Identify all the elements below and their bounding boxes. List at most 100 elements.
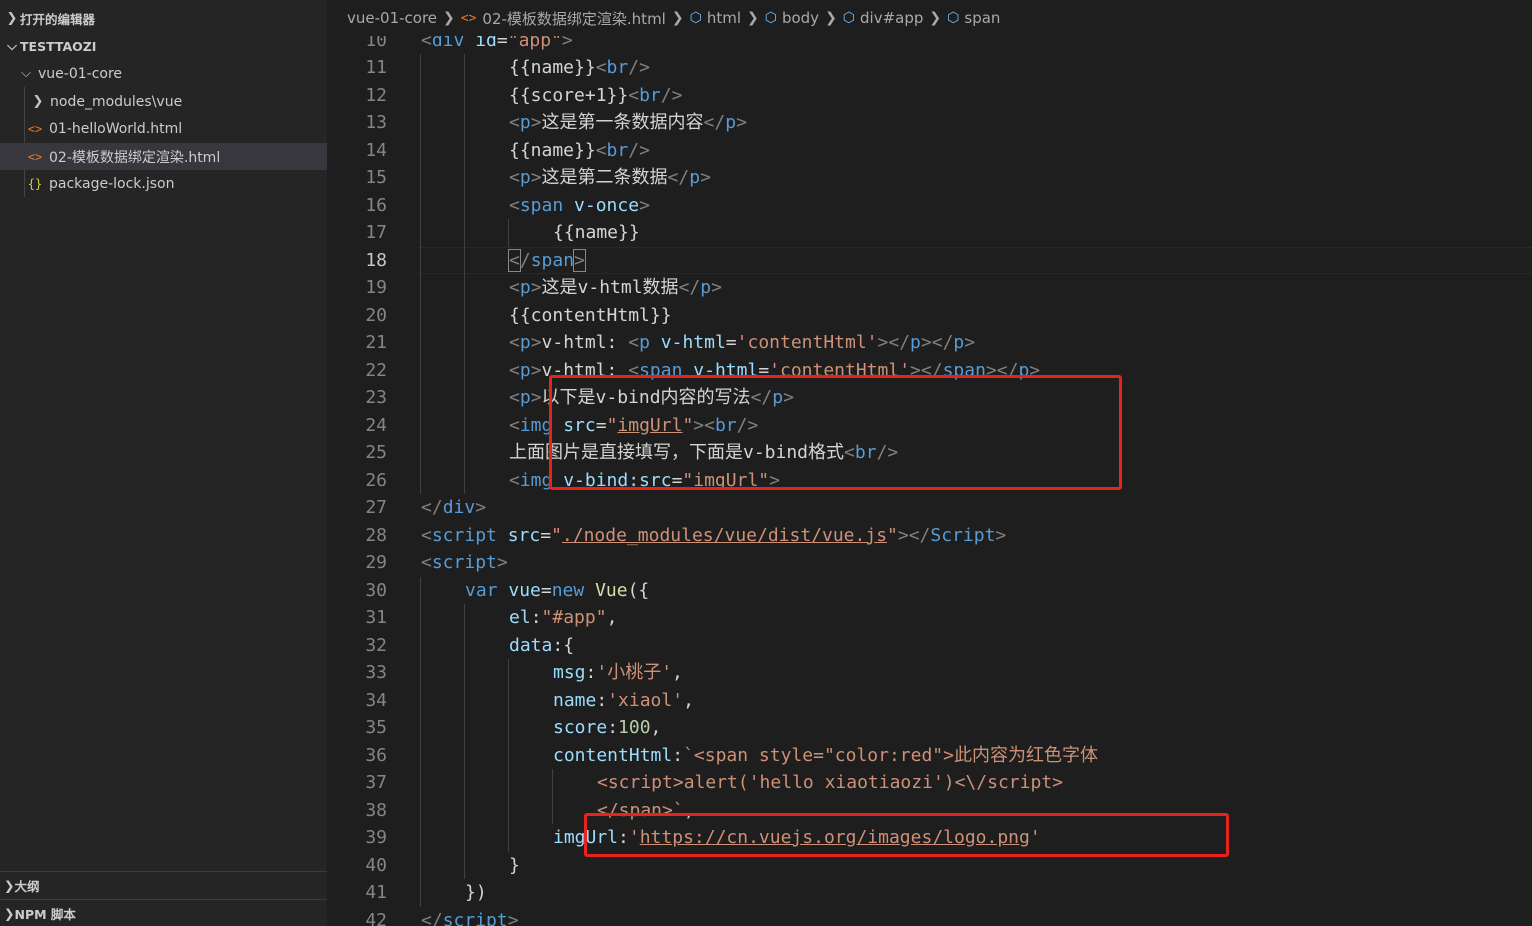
code-line[interactable]: <p>这是v-html数据</p> [509, 274, 722, 302]
code-token: > [964, 332, 976, 353]
code-line[interactable]: <p>这是第二条数据</p> [509, 164, 711, 192]
code-line[interactable]: <p>v-html: <p v-html='contentHtml'></p><… [509, 329, 975, 357]
code-line[interactable]: </span> [508, 247, 586, 275]
code-line[interactable]: {{score+1}}<br/> [509, 82, 682, 110]
code-line[interactable]: {{name}}<br/> [509, 137, 650, 165]
project-label: TESTTAOZI [20, 39, 97, 54]
indent-guide [508, 659, 509, 852]
breadcrumb-item-body[interactable]: body [782, 9, 819, 27]
breadcrumb: vue-01-core ❯ <> 02-模板数据绑定渲染.html ❯ ⬡ ht… [327, 0, 1532, 36]
code-line[interactable]: } [509, 852, 520, 880]
code-line[interactable]: </script> [421, 907, 519, 926]
code-token: v-once [574, 194, 640, 216]
line-number: 29 [365, 552, 387, 573]
code-token: > [700, 167, 711, 188]
code-token: {{name}} [509, 139, 596, 161]
code-token: name [553, 689, 597, 711]
code-token: el [509, 607, 531, 628]
outline-section[interactable]: ❯ 大纲 [0, 871, 327, 899]
code-line[interactable]: contentHtml:`<span style="color:red">此内容… [553, 742, 1098, 770]
code-token: < [595, 57, 607, 78]
line-number: 41 [365, 882, 387, 903]
line-number: 22 [365, 359, 387, 381]
line-number: 32 [365, 634, 387, 656]
chevron-down-icon: ⌵ [7, 39, 17, 54]
code-line[interactable]: </div> [421, 494, 486, 522]
code-token: = [540, 524, 552, 546]
code-token: } [509, 854, 520, 876]
code-line[interactable]: data:{ [509, 632, 574, 660]
folder-label: vue-01-core [38, 65, 123, 82]
breadcrumb-item-folder[interactable]: vue-01-core [347, 9, 437, 27]
code-line[interactable]: el:"#app", [509, 604, 617, 632]
code-line[interactable]: {{contentHtml}} [509, 302, 672, 330]
code-token: p [519, 332, 531, 353]
line-number: 13 [365, 112, 387, 133]
line-number: 23 [365, 387, 387, 408]
line-number: 27 [365, 497, 387, 518]
code-token: p [689, 167, 701, 188]
code-token: , [650, 717, 662, 738]
line-number: 14 [365, 139, 387, 161]
tree-item-node-modules[interactable]: ❯ node_modules\vue [0, 88, 327, 115]
code-token: {{name}} [509, 57, 596, 78]
tree-item-hello-world[interactable]: <> 01-helloWorld.html [0, 115, 327, 142]
html-file-icon: <> [27, 121, 43, 136]
npm-scripts-section[interactable]: ❯ NPM 脚本 [0, 899, 327, 926]
breadcrumb-item-span[interactable]: span [964, 9, 1000, 27]
code-token: script [431, 524, 497, 546]
code-token: <script>alert('hello xiaotiaozi')<\/scri… [597, 772, 1063, 793]
code-token: </ [421, 497, 443, 518]
folder-vue-01-core[interactable]: ⌵ vue-01-core [0, 60, 327, 87]
code-token: p [519, 167, 531, 188]
code-line[interactable]: <script> [421, 549, 508, 577]
code-line[interactable]: score:100, [553, 714, 661, 742]
code-token: < [421, 524, 432, 546]
code-line[interactable]: }) [465, 879, 487, 907]
tree-item-package-lock[interactable]: {} package-lock.json [0, 170, 327, 197]
code-editor[interactable]: 10 <div id="app"> 11 {{name}}<br/> 12 {{score… [327, 36, 1532, 926]
line-number: 12 [365, 84, 387, 106]
breadcrumb-item-file[interactable]: 02-模板数据绑定渲染.html [482, 8, 665, 29]
code-token: < [508, 248, 521, 272]
code-token: script [442, 909, 508, 926]
code-line[interactable]: {{name}} [553, 219, 640, 247]
code-token: = [540, 579, 552, 601]
line-number: 26 [365, 469, 387, 491]
project-root[interactable]: ⌵ TESTTAOZI [0, 33, 327, 60]
open-editors-section[interactable]: ❯ 打开的编辑器 [0, 5, 327, 32]
code-token: > [561, 36, 573, 51]
code-token: p [725, 112, 737, 133]
breadcrumb-item-html[interactable]: html [707, 9, 741, 27]
code-line[interactable]: var vue=new Vue({ [465, 577, 649, 605]
code-line[interactable]: <span v-once> [509, 192, 650, 220]
code-token: > [496, 552, 508, 573]
code-line[interactable]: name:'xiaol', [553, 687, 694, 715]
code-token: `<span style="color:red">此内容为红色字体 [683, 744, 1098, 766]
code-token: ></ [920, 332, 954, 353]
code-token: p [910, 332, 921, 353]
element-cube-icon: ⬡ [947, 10, 960, 26]
code-token: v-html: [541, 332, 629, 353]
code-line[interactable]: <script>alert('hello xiaotiaozi')<\/scri… [597, 769, 1063, 797]
code-line[interactable]: <script src="./node_modules/vue/dist/vue… [421, 522, 1006, 550]
code-line[interactable]: {{name}}<br/> [509, 54, 650, 82]
breadcrumb-item-div-app[interactable]: div#app [860, 9, 923, 27]
code-line[interactable]: <div id="app"> [421, 36, 573, 54]
line-number: 18 [365, 249, 387, 271]
line-number: 36 [365, 744, 387, 766]
code-line[interactable]: msg:'小桃子', [553, 659, 683, 687]
code-token: > [995, 524, 1007, 546]
chevron-right-icon: ❯ [6, 11, 18, 26]
code-token: score [553, 717, 608, 738]
code-line[interactable]: <p>这是第一条数据内容</p> [509, 109, 747, 137]
tree-item-template-binding[interactable]: <> 02-模板数据绑定渲染.html [0, 143, 327, 170]
indent-guide [464, 54, 465, 494]
code-token: </ [678, 277, 701, 298]
tree-item-label: 01-helloWorld.html [49, 120, 183, 137]
code-token: 这是第一条数据内容 [541, 112, 704, 133]
code-token: }) [465, 882, 487, 903]
chevron-right-icon: ❯ [825, 10, 837, 26]
